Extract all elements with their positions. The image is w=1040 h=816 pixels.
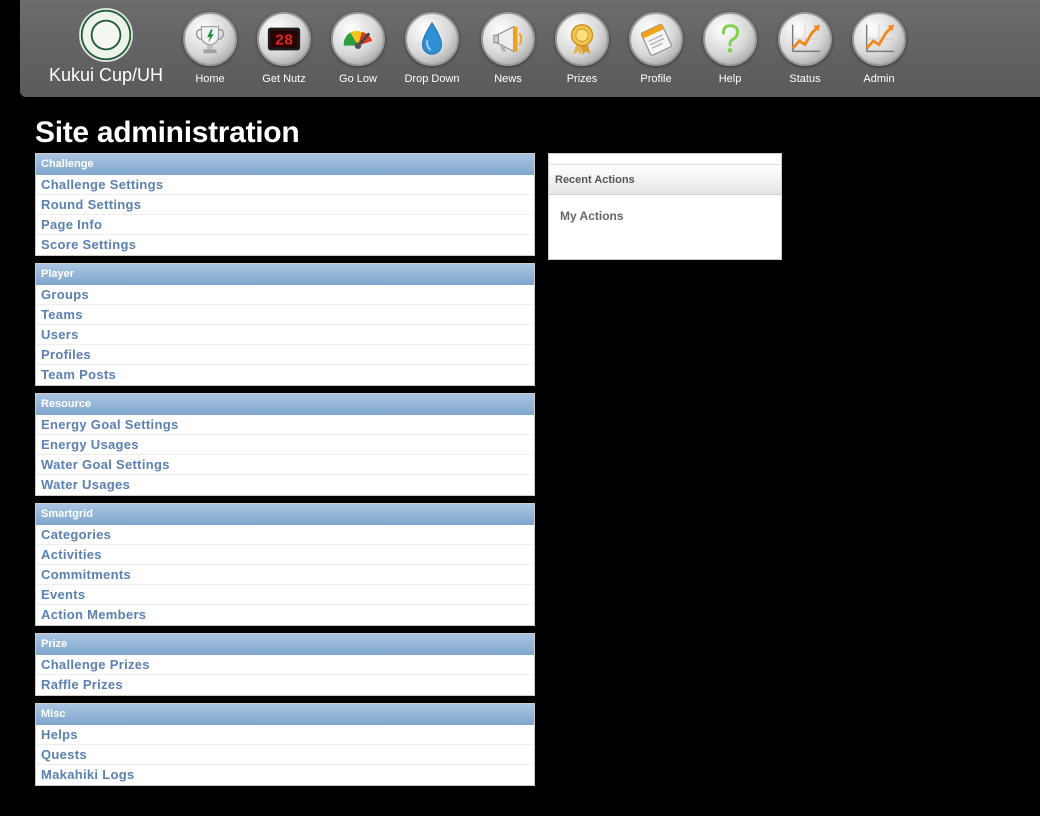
admin-link[interactable]: Teams: [36, 305, 534, 325]
nav-profile-label: Profile: [640, 73, 672, 85]
nav-go-low[interactable]: Go Low: [323, 12, 393, 85]
scoreboard-icon: 28: [257, 12, 311, 66]
nav-home[interactable]: Home: [175, 12, 245, 85]
admin-link[interactable]: Raffle Prizes: [36, 675, 534, 695]
nav-news-label: News: [494, 73, 522, 85]
module-smartgrid: Smartgrid Categories Activities Commitme…: [35, 503, 535, 626]
module-player: Player Groups Teams Users Profiles Team …: [35, 263, 535, 386]
nav-prizes-label: Prizes: [566, 73, 598, 85]
nav-help[interactable]: Help: [695, 12, 765, 85]
nav-get-nutz[interactable]: 28 Get Nutz: [249, 12, 319, 85]
nav-admin-label: Admin: [863, 73, 895, 85]
scoreboard-value: 28: [275, 32, 293, 50]
water-drop-icon: [405, 12, 459, 66]
nav-drop-down[interactable]: Drop Down: [397, 12, 467, 85]
brand-name: Kukui Cup/UH: [48, 65, 164, 85]
admin-link[interactable]: Score Settings: [36, 235, 534, 255]
university-seal-icon: [79, 8, 133, 62]
module-header: Smartgrid: [36, 504, 534, 525]
admin-link[interactable]: Profiles: [36, 345, 534, 365]
nav-home-label: Home: [195, 73, 225, 85]
admin-link[interactable]: Energy Goal Settings: [36, 415, 534, 435]
question-mark-icon: [703, 12, 757, 66]
megaphone-icon: [481, 12, 535, 66]
admin-link[interactable]: Challenge Settings: [36, 175, 534, 195]
module-challenge: Challenge Challenge Settings Round Setti…: [35, 153, 535, 256]
gauge-icon: [331, 12, 385, 66]
nav-go-low-label: Go Low: [339, 73, 377, 85]
nav-prizes[interactable]: Prizes: [547, 12, 617, 85]
module-header: Challenge: [36, 154, 534, 175]
nav-admin[interactable]: Admin: [844, 12, 914, 85]
nav-get-nutz-label: Get Nutz: [262, 73, 306, 85]
admin-link[interactable]: Groups: [36, 285, 534, 305]
module-misc: Misc Helps Quests Makahiki Logs: [35, 703, 535, 786]
admin-link[interactable]: Team Posts: [36, 365, 534, 385]
admin-link[interactable]: Activities: [36, 545, 534, 565]
admin-link[interactable]: Categories: [36, 525, 534, 545]
admin-link[interactable]: Round Settings: [36, 195, 534, 215]
nav-news[interactable]: News: [473, 12, 543, 85]
top-nav-bar: Kukui Cup/UH Home 28 Get Nutz Go Low Dro…: [20, 0, 1040, 97]
trophy-icon: [183, 12, 237, 66]
id-card-icon: [629, 12, 683, 66]
admin-link[interactable]: Action Members: [36, 605, 534, 625]
module-header: Misc: [36, 704, 534, 725]
admin-link[interactable]: Quests: [36, 745, 534, 765]
trend-chart-icon: [778, 12, 832, 66]
nav-drop-down-label: Drop Down: [404, 73, 460, 85]
recent-actions-panel: Recent Actions My Actions: [548, 153, 782, 260]
medal-icon: [555, 12, 609, 66]
admin-link[interactable]: Helps: [36, 725, 534, 745]
admin-link[interactable]: Water Usages: [36, 475, 534, 495]
admin-link[interactable]: Makahiki Logs: [36, 765, 534, 785]
module-resource: Resource Energy Goal Settings Energy Usa…: [35, 393, 535, 496]
nav-profile[interactable]: Profile: [621, 12, 691, 85]
admin-link[interactable]: Commitments: [36, 565, 534, 585]
module-header: Prize: [36, 634, 534, 655]
admin-link[interactable]: Energy Usages: [36, 435, 534, 455]
admin-link[interactable]: Water Goal Settings: [36, 455, 534, 475]
trend-chart-icon: [852, 12, 906, 66]
module-header: Resource: [36, 394, 534, 415]
brand[interactable]: Kukui Cup/UH: [40, 8, 172, 86]
module-header: Player: [36, 264, 534, 285]
page-title: Site administration: [35, 116, 300, 149]
module-prize: Prize Challenge Prizes Raffle Prizes: [35, 633, 535, 696]
admin-link[interactable]: Events: [36, 585, 534, 605]
my-actions-heading: My Actions: [560, 209, 624, 223]
nav-help-label: Help: [718, 73, 742, 85]
admin-link[interactable]: Page Info: [36, 215, 534, 235]
nav-status-label: Status: [789, 73, 821, 85]
admin-link[interactable]: Challenge Prizes: [36, 655, 534, 675]
nav-status[interactable]: Status: [770, 12, 840, 85]
recent-actions-title: Recent Actions: [549, 164, 781, 195]
admin-link[interactable]: Users: [36, 325, 534, 345]
